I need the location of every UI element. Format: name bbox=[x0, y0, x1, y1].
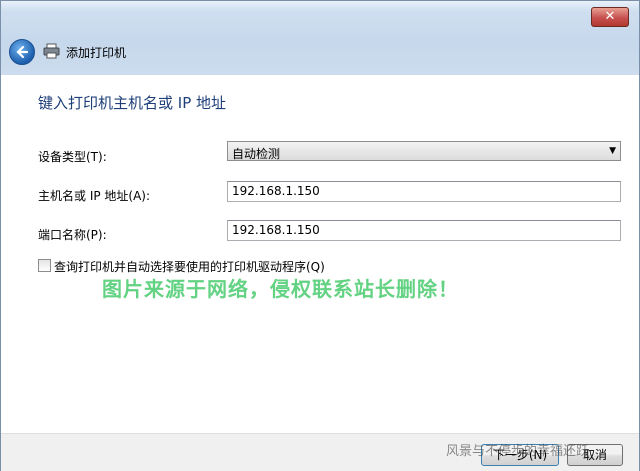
add-printer-window: ✕ 添加打印机 键入打印机主机名或 IP 地址 设备类型(T): 自动检测 ▼ … bbox=[0, 0, 640, 471]
hostname-value: 192.168.1.150 bbox=[232, 184, 320, 198]
port-name-label: 端口名称(P): bbox=[38, 228, 107, 242]
hostname-input[interactable]: 192.168.1.150 bbox=[227, 181, 621, 202]
hostname-label: 主机名或 IP 地址(A): bbox=[38, 189, 151, 203]
page-heading: 键入打印机主机名或 IP 地址 bbox=[38, 94, 227, 112]
device-type-select[interactable]: 自动检测 ▼ bbox=[227, 141, 621, 161]
device-type-value: 自动检测 bbox=[232, 147, 281, 161]
watermark-text: 图片来源于网络，侵权联系站长删除！ bbox=[102, 277, 459, 301]
source-credit-watermark: 风景与不停步的幸福还跃 bbox=[446, 444, 590, 459]
content-panel: 键入打印机主机名或 IP 地址 设备类型(T): 自动检测 ▼ 主机名或 IP … bbox=[1, 75, 639, 433]
back-button[interactable] bbox=[9, 39, 35, 65]
dropdown-arrow-icon: ▼ bbox=[609, 146, 616, 156]
back-arrow-icon bbox=[16, 45, 29, 59]
close-button[interactable]: ✕ bbox=[591, 7, 629, 27]
port-name-value: 192.168.1.150 bbox=[232, 223, 320, 237]
device-type-label: 设备类型(T): bbox=[38, 150, 107, 164]
printer-icon bbox=[43, 43, 60, 59]
port-name-input[interactable]: 192.168.1.150 bbox=[227, 220, 621, 241]
query-printer-checkbox[interactable] bbox=[38, 259, 51, 272]
window-title: 添加打印机 bbox=[66, 46, 127, 60]
